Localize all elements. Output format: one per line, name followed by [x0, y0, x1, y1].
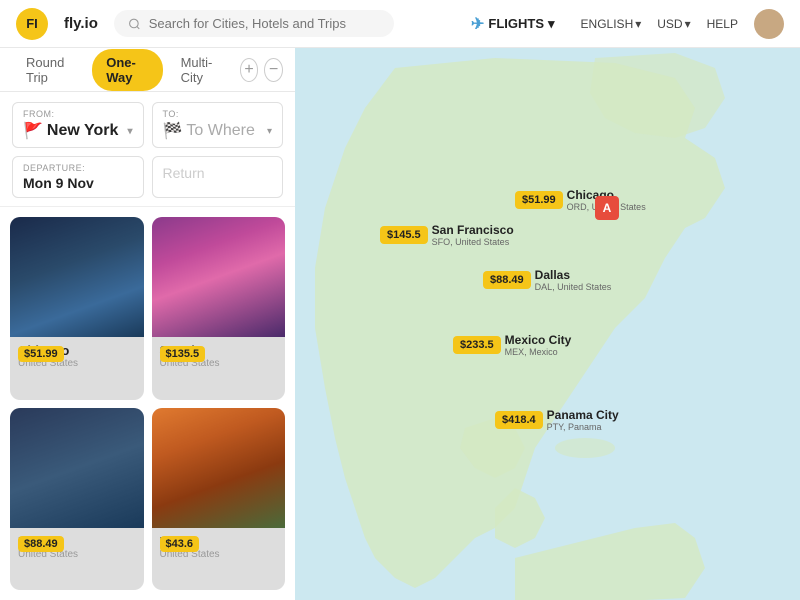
- city-price-chicago: $51.99: [18, 346, 64, 362]
- origin-marker: A: [595, 196, 619, 220]
- to-value: 🏁 To Where ▾: [163, 121, 273, 141]
- trip-type-tabs: Round Trip One-Way Multi-City + −: [0, 48, 295, 92]
- pin-city-mexico-city: Mexico City: [505, 333, 572, 347]
- city-card-miami[interactable]: $43.6 Miami United States: [152, 408, 286, 591]
- city-card-chicago[interactable]: $51.99 Chicago United States: [10, 217, 144, 400]
- flights-button[interactable]: ✈ FLIGHTS ▾: [461, 8, 565, 40]
- add-trip-button[interactable]: +: [240, 58, 259, 82]
- pin-price-chicago: $51.99: [515, 191, 563, 209]
- flights-label: FLIGHTS: [488, 16, 544, 31]
- search-icon: [128, 17, 141, 31]
- pin-detail-san-francisco: SFO, United States: [432, 237, 514, 247]
- city-card-seattle[interactable]: $135.5 Seattle United States: [152, 217, 286, 400]
- pin-detail-mexico-city: MEX, Mexico: [505, 347, 572, 357]
- pin-info-mexico-city: Mexico City MEX, Mexico: [505, 333, 572, 357]
- to-placeholder: To Where: [186, 122, 254, 140]
- pin-price-dallas: $88.49: [483, 271, 531, 289]
- help-link[interactable]: HELP: [707, 17, 738, 31]
- avatar[interactable]: [754, 9, 784, 39]
- from-city: New York: [47, 122, 118, 140]
- to-field[interactable]: TO: 🏁 To Where ▾: [152, 102, 284, 148]
- search-bar[interactable]: [114, 10, 394, 37]
- pin-price-san-francisco: $145.5: [380, 226, 428, 244]
- map-pin-san-francisco[interactable]: $145.5 San Francisco SFO, United States: [380, 223, 514, 247]
- map-pin-mexico-city[interactable]: $233.5 Mexico City MEX, Mexico: [453, 333, 571, 357]
- departure-value: Mon 9 Nov: [23, 175, 133, 191]
- from-arrow: ▾: [127, 126, 132, 137]
- search-input[interactable]: [149, 16, 380, 31]
- from-value: 🚩 New York ▾: [23, 121, 133, 141]
- to-label: TO:: [163, 109, 273, 119]
- return-placeholder: Return: [163, 165, 273, 181]
- from-field[interactable]: FROM: 🚩 New York ▾: [12, 102, 144, 148]
- map-pin-chicago[interactable]: $51.99 Chicago ORD, United States: [515, 188, 646, 212]
- pin-city-san-francisco: San Francisco: [432, 223, 514, 237]
- pin-city-panama-city: Panama City: [547, 408, 619, 422]
- map-svg: [295, 48, 800, 600]
- departure-field[interactable]: DEPARTURE: Mon 9 Nov: [12, 156, 144, 198]
- to-arrow: ▾: [267, 126, 272, 137]
- remove-trip-button[interactable]: −: [264, 58, 283, 82]
- language-selector[interactable]: ENGLISH▾: [581, 17, 642, 31]
- logo-icon: FI: [16, 8, 48, 40]
- map-pin-panama-city[interactable]: $418.4 Panama City PTY, Panama: [495, 408, 619, 432]
- city-card-dallas[interactable]: $88.49 Dallas United States: [10, 408, 144, 591]
- departure-label: DEPARTURE:: [23, 163, 133, 173]
- currency-selector[interactable]: USD▾: [657, 17, 690, 31]
- pin-city-dallas: Dallas: [535, 268, 612, 282]
- sidebar: Round Trip One-Way Multi-City + − FROM: …: [0, 48, 295, 600]
- pin-price-mexico-city: $233.5: [453, 336, 501, 354]
- pin-info-panama-city: Panama City PTY, Panama: [547, 408, 619, 432]
- header: FI fly.io ✈ FLIGHTS ▾ ENGLISH▾ USD▾ HELP: [0, 0, 800, 48]
- from-flag: 🚩: [23, 121, 43, 141]
- tab-multi-city[interactable]: Multi-City: [167, 49, 236, 91]
- city-image-seattle: [152, 217, 286, 337]
- flight-form: FROM: 🚩 New York ▾ TO: 🏁 To Where ▾: [0, 92, 295, 207]
- tab-one-way[interactable]: One-Way: [92, 49, 162, 91]
- return-field[interactable]: Return: [152, 156, 284, 198]
- plane-icon: ✈: [471, 14, 484, 34]
- header-right: ✈ FLIGHTS ▾ ENGLISH▾ USD▾ HELP: [461, 8, 784, 40]
- date-row: DEPARTURE: Mon 9 Nov Return: [12, 156, 283, 198]
- city-price-seattle: $135.5: [160, 346, 206, 362]
- city-price-dallas: $88.49: [18, 536, 64, 552]
- pin-info-san-francisco: San Francisco SFO, United States: [432, 223, 514, 247]
- pin-price-panama-city: $418.4: [495, 411, 543, 429]
- to-flag: 🏁: [163, 121, 183, 141]
- city-image-miami: [152, 408, 286, 528]
- city-image-chicago: [10, 217, 144, 337]
- from-label: FROM:: [23, 109, 133, 119]
- flights-chevron: ▾: [548, 16, 555, 32]
- city-grid: $51.99 Chicago United States $135.5 Seat…: [0, 207, 295, 600]
- pin-detail-dallas: DAL, United States: [535, 282, 612, 292]
- map-area[interactable]: $145.5 San Francisco SFO, United States …: [295, 48, 800, 600]
- from-to-row: FROM: 🚩 New York ▾ TO: 🏁 To Where ▾: [12, 102, 283, 148]
- logo-text: fly.io: [64, 15, 98, 32]
- main-layout: Round Trip One-Way Multi-City + − FROM: …: [0, 48, 800, 600]
- map-pin-dallas[interactable]: $88.49 Dallas DAL, United States: [483, 268, 611, 292]
- pin-info-dallas: Dallas DAL, United States: [535, 268, 612, 292]
- tab-round-trip[interactable]: Round Trip: [12, 49, 88, 91]
- pin-detail-panama-city: PTY, Panama: [547, 422, 619, 432]
- city-price-miami: $43.6: [160, 536, 200, 552]
- city-image-dallas: [10, 408, 144, 528]
